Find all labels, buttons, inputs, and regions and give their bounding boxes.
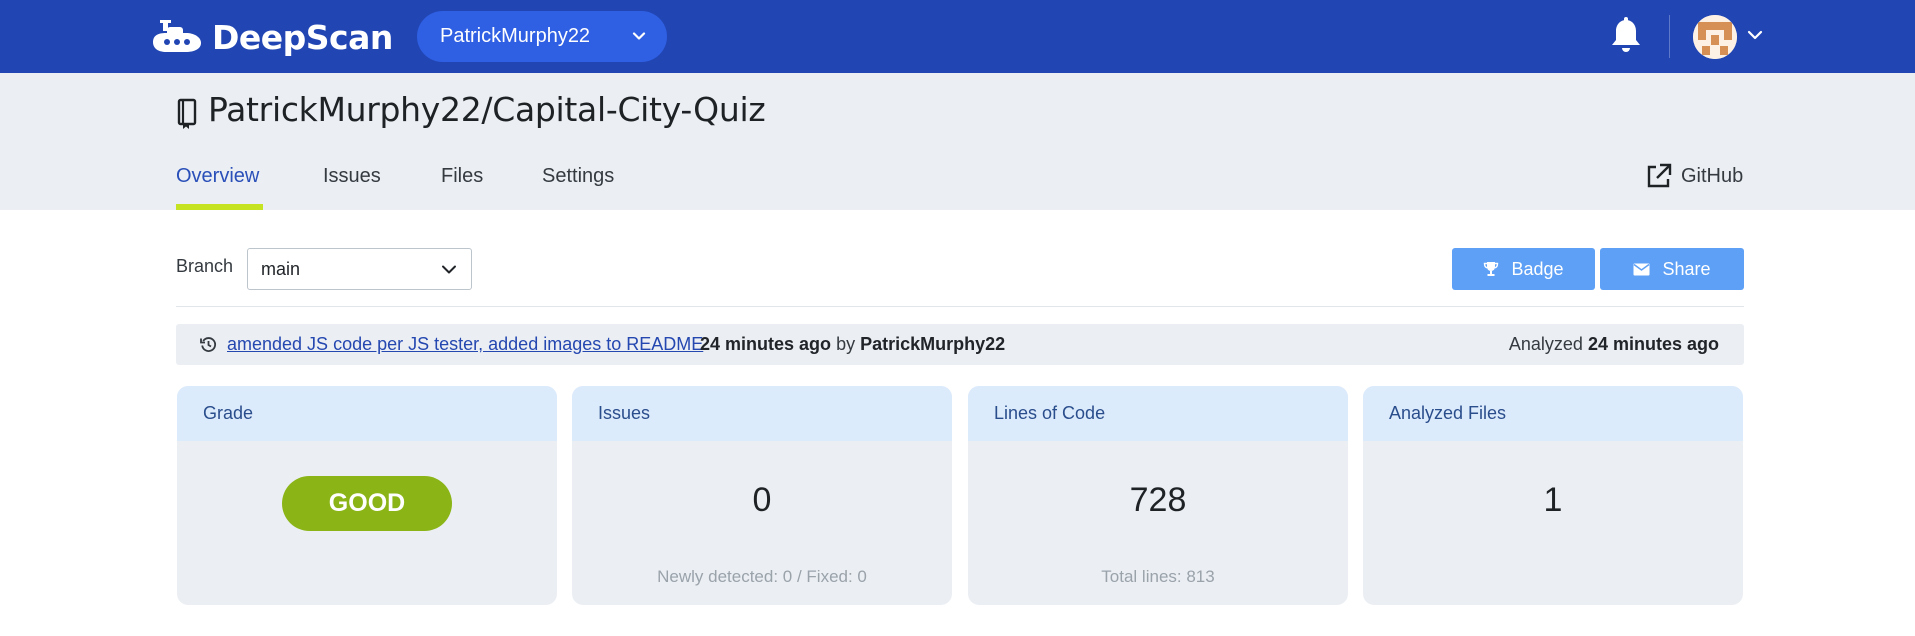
tab-issues[interactable]: Issues xyxy=(323,165,381,188)
analyzed-time: 24 minutes ago xyxy=(1587,334,1719,354)
github-link[interactable]: GitHub xyxy=(1645,162,1743,190)
grade-badge: GOOD xyxy=(282,476,452,531)
divider xyxy=(176,306,1744,307)
analyzed-label: Analyzed xyxy=(1508,334,1583,354)
active-tab-indicator xyxy=(176,204,263,210)
commit-time: 24 minutes ago xyxy=(700,334,832,354)
external-link-icon xyxy=(1647,163,1672,188)
repo-title: PatrickMurphy22/Capital-City-Quiz xyxy=(208,90,766,129)
files-card-title: Analyzed Files xyxy=(1363,386,1743,441)
share-button[interactable]: Share xyxy=(1600,248,1744,290)
tab-files[interactable]: Files xyxy=(441,165,483,188)
history-icon xyxy=(200,337,217,352)
commit-author: PatrickMurphy22 xyxy=(860,334,1006,354)
last-commit-bar: amended JS code per JS tester, added ima… xyxy=(176,324,1744,365)
issues-count: 0 xyxy=(752,481,772,519)
issues-sub: Newly detected: 0 / Fixed: 0 xyxy=(657,567,867,586)
issues-card-title: Issues xyxy=(572,386,952,441)
files-card[interactable]: Analyzed Files 1 xyxy=(1363,386,1743,605)
commit-by: by xyxy=(836,334,856,354)
tab-overview[interactable]: Overview xyxy=(176,165,259,188)
branch-select[interactable]: main xyxy=(247,248,472,290)
deepscan-logo[interactable]: DeepScan xyxy=(150,14,393,60)
grade-card: Grade GOOD xyxy=(177,386,557,605)
issues-card[interactable]: Issues 0 Newly detected: 0 / Fixed: 0 xyxy=(572,386,952,605)
trophy-icon xyxy=(1484,262,1499,276)
commit-message-link[interactable]: amended JS code per JS tester, added ima… xyxy=(227,334,703,355)
avatar[interactable] xyxy=(1693,15,1737,59)
share-button-label: Share xyxy=(1662,258,1711,279)
submarine-logo-icon xyxy=(153,20,201,52)
branch-select-value: main xyxy=(261,258,301,279)
app-name: DeepScan xyxy=(212,17,393,57)
loc-count: 728 xyxy=(1129,481,1187,519)
badge-button-label: Badge xyxy=(1511,258,1564,279)
user-avatar-icon xyxy=(1693,15,1737,59)
org-selector[interactable]: PatrickMurphy22 xyxy=(417,11,667,62)
grade-card-title: Grade xyxy=(177,386,557,441)
navbar-divider xyxy=(1669,15,1670,58)
badge-button[interactable]: Badge xyxy=(1452,248,1595,290)
tab-settings[interactable]: Settings xyxy=(542,165,614,188)
repo-book-icon xyxy=(177,98,197,129)
chevron-down-icon[interactable] xyxy=(1746,28,1764,44)
org-selector-label: PatrickMurphy22 xyxy=(440,25,591,47)
envelope-icon xyxy=(1633,263,1650,275)
top-navbar: DeepScan PatrickMurphy22 xyxy=(0,0,1915,73)
loc-card-title: Lines of Code xyxy=(968,386,1348,441)
commit-meta: 24 minutes ago by PatrickMurphy22 xyxy=(700,334,1005,355)
branch-label: Branch xyxy=(176,256,234,276)
github-link-label: GitHub xyxy=(1681,164,1744,187)
files-count: 1 xyxy=(1543,481,1563,519)
analyzed-status: Analyzed 24 minutes ago xyxy=(1509,334,1719,355)
chevron-down-icon xyxy=(442,265,456,274)
bell-icon[interactable] xyxy=(1610,17,1642,55)
repo-header: PatrickMurphy22/Capital-City-Quiz Overvi… xyxy=(0,73,1915,210)
loc-card: Lines of Code 728 Total lines: 813 xyxy=(968,386,1348,605)
loc-sub: Total lines: 813 xyxy=(1101,567,1215,586)
chevron-down-icon xyxy=(632,32,646,40)
